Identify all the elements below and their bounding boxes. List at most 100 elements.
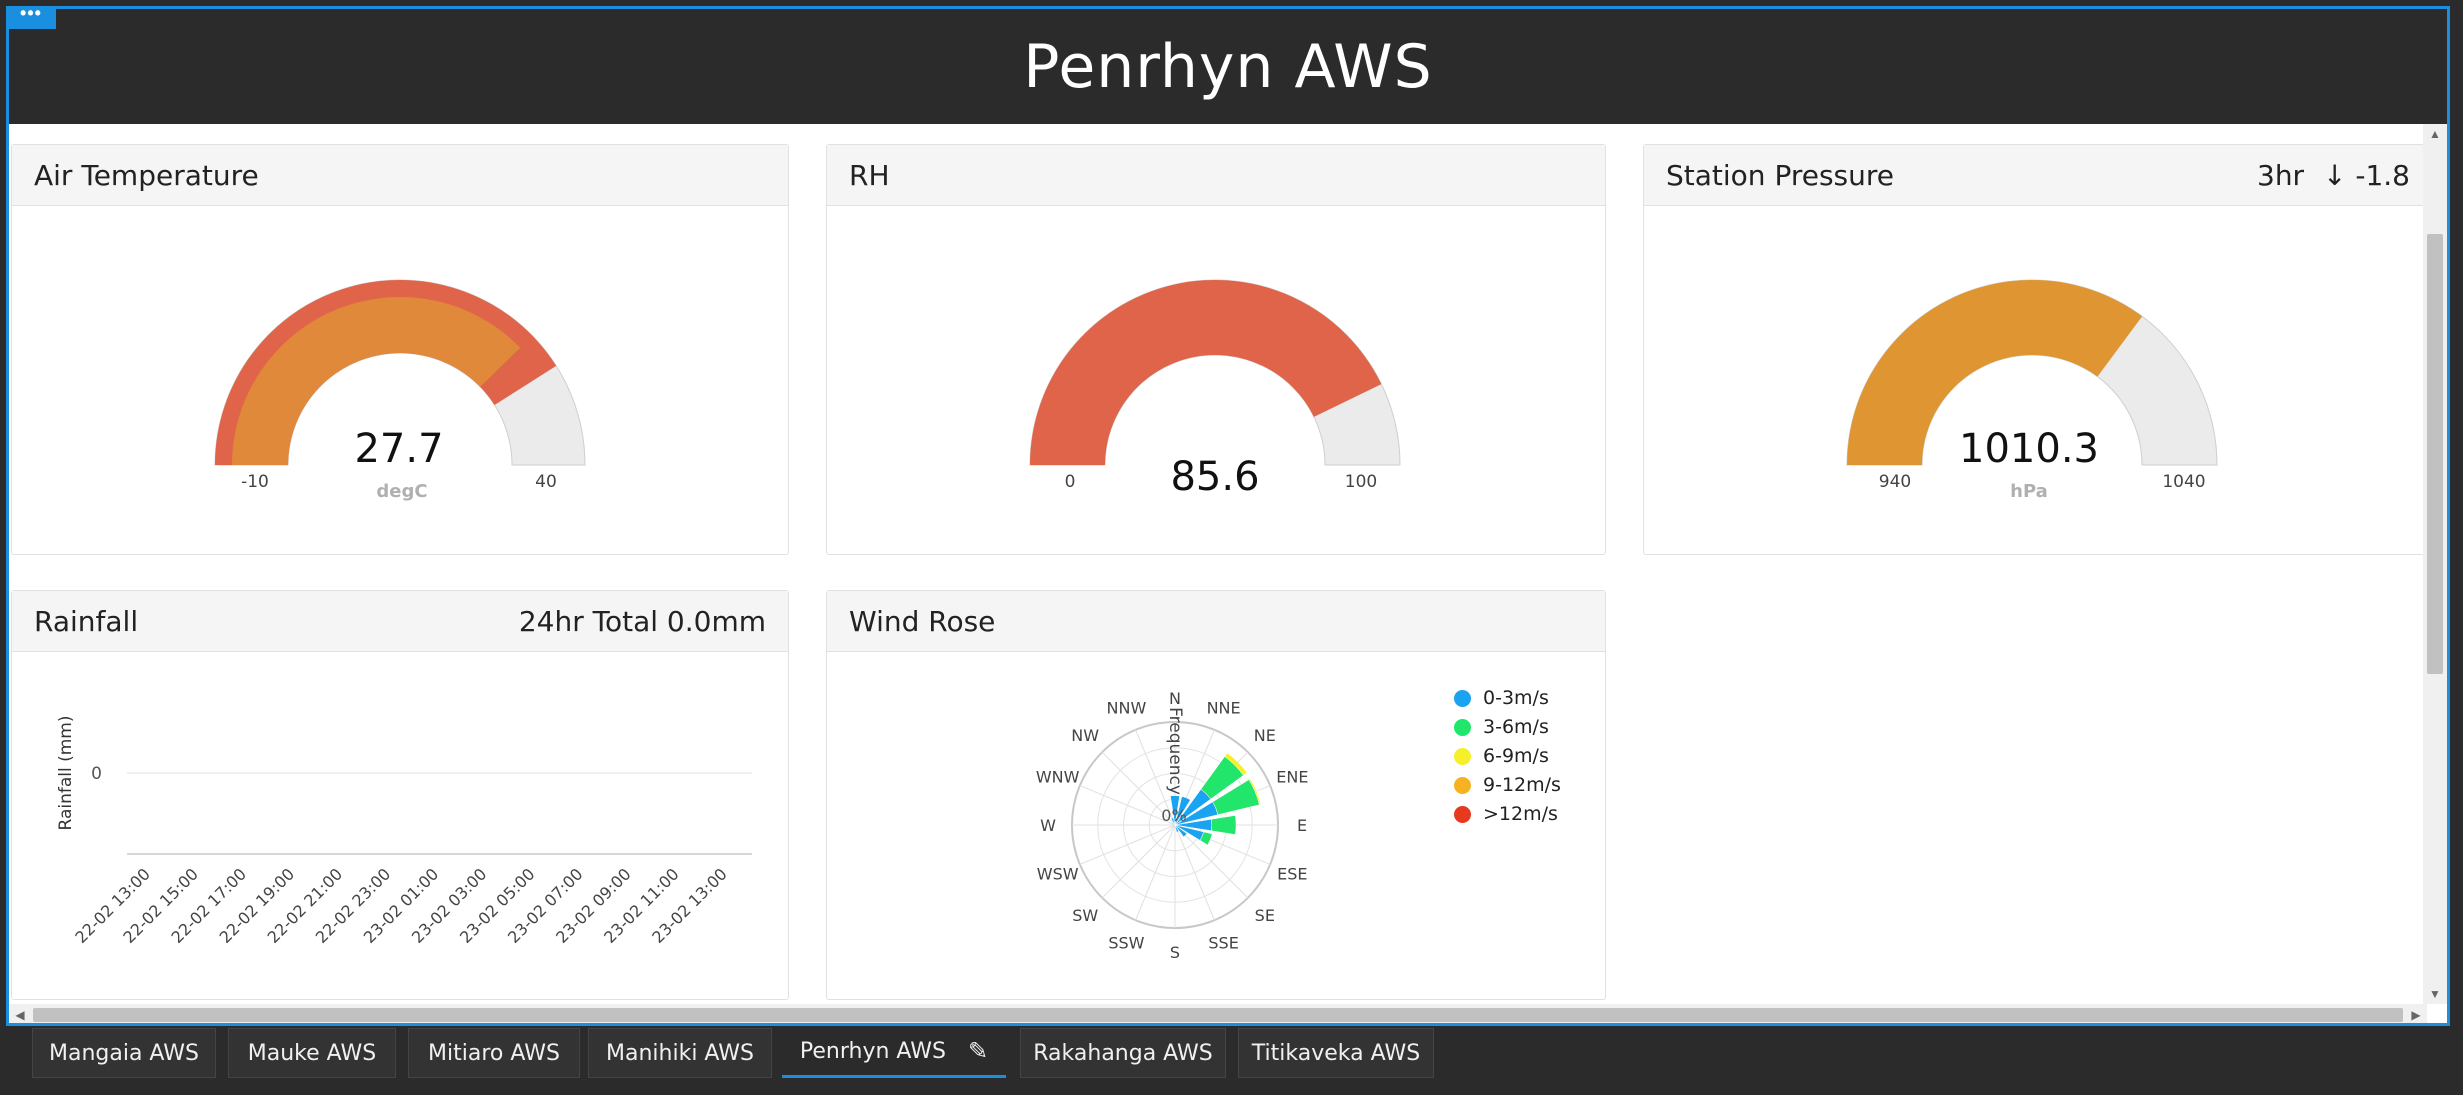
pressure-trend: 3hr ↓ -1.8 [2257,159,2410,192]
horizontal-scrollbar[interactable]: ◀ ▶ [9,1004,2427,1023]
direction-label: WNW [1036,767,1080,786]
card-header: Rainfall 24hr Total 0.0mm [12,591,788,652]
scroll-up-icon[interactable]: ▲ [2423,124,2447,144]
card-title: RH [849,158,890,192]
direction-label: SW [1072,906,1098,925]
card-body: N NNE NE ENE E ESE SE SSE S SSW SW WSW W WNW NW NNW 0% … [827,653,1605,999]
card-body: 1010.3 hPa 940 1040 [1644,207,2432,554]
tab-titikaveka-aws[interactable]: Titikaveka AWS [1238,1028,1434,1078]
tab-rakahanga-aws[interactable]: Rakahanga AWS [1020,1028,1226,1078]
tab-label: Penrhyn AWS [799,1039,946,1064]
station-pressure-gauge: 1010.3 hPa 940 1040 [1846,279,2218,502]
card-body: 85.6 0 100 [827,207,1605,554]
scroll-left-icon[interactable]: ◀ [9,1004,31,1023]
legend-item[interactable]: 3-6m/s [1454,716,1549,738]
direction-label: ENE [1276,767,1308,786]
direction-label: E [1297,816,1307,835]
station-pressure-card: Station Pressure 3hr ↓ -1.8 1010.3 hPa 9… [1643,144,2433,555]
y-tick-label: 0 [91,764,102,784]
direction-label: NNE [1207,699,1241,718]
rainfall-total: 24hr Total 0.0mm [518,604,766,638]
app-window: Penrhyn AWS Air Temperature 27.7 degC -1… [0,0,2463,1095]
gauge-value: 27.7 [354,426,443,472]
tab-manihiki-aws[interactable]: Manihiki AWS [588,1028,772,1078]
direction-label: SSE [1208,933,1238,952]
direction-label: W [1040,816,1056,835]
legend-item[interactable]: 6-9m/s [1454,745,1549,767]
tab-label: Mangaia AWS [48,1040,199,1066]
gauge-unit: hPa [2010,481,2048,502]
dashboard-content: Air Temperature 27.7 degC -10 40 RH 85.6… [9,124,2433,1004]
x-tick-labels: 22-02 13:0022-02 15:0022-02 17:0022-02 1… [71,864,730,947]
legend-label: 6-9m/s [1483,745,1549,767]
card-header: Station Pressure 3hr ↓ -1.8 [1644,145,2432,206]
trend-arrow-icon: ↓ [2322,158,2347,192]
tab-label: Rakahanga AWS [1033,1040,1213,1066]
trend-period: 3hr [2257,158,2305,192]
card-title: Wind Rose [849,604,996,638]
rainfall-chart: Rainfall (mm) 0 22-02 13:0022-02 15:0022… [56,716,752,947]
legend-item[interactable]: 0-3m/s [1454,687,1549,709]
legend-label: 0-3m/s [1483,687,1549,709]
page-header: Penrhyn AWS [9,9,2447,124]
tab-mangaia-aws[interactable]: Mangaia AWS [32,1028,216,1078]
gauge-min-label: 0 [1065,472,1076,492]
y-axis-label: Rainfall (mm) [56,716,76,831]
trend-value: -1.8 [2355,158,2410,192]
legend-swatch [1454,776,1471,794]
scroll-right-icon[interactable]: ▶ [2405,1004,2427,1023]
tab-mauke-aws[interactable]: Mauke AWS [228,1028,396,1078]
gauge-value: 1010.3 [1959,426,2099,472]
tab-penrhyn-aws[interactable]: Penrhyn AWS ✎ [782,1028,1006,1078]
scroll-down-icon[interactable]: ▼ [2423,984,2447,1004]
card-body: 27.7 degC -10 40 [12,207,788,554]
legend-swatch [1454,747,1471,765]
rainfall-card: Rainfall 24hr Total 0.0mm Rainfall (mm) … [11,590,789,1000]
wind-rose-card: Wind Rose N NNE NE ENE E ESE SE SSE S SSW SW WSW W WN… [826,590,1606,1000]
legend-item[interactable]: >12m/s [1454,803,1558,825]
legend-swatch [1454,689,1471,707]
tab-label: Mitiaro AWS [428,1040,560,1066]
direction-label: SE [1255,906,1275,925]
direction-label: NNW [1107,699,1147,718]
gauge-max-label: 1040 [2162,472,2205,492]
rose-axis-label: Frequency [1165,707,1185,795]
direction-label: N [1169,689,1181,708]
gauge-max-label: 40 [535,472,557,492]
card-header: RH [827,145,1605,206]
legend-item[interactable]: 9-12m/s [1454,774,1561,796]
gauge-max-label: 100 [1345,472,1377,492]
card-title: Rainfall [34,604,139,638]
vertical-scroll-thumb[interactable] [2427,234,2443,674]
direction-label: WSW [1037,865,1079,884]
tab-label: Manihiki AWS [606,1040,754,1066]
card-body: Rainfall (mm) 0 22-02 13:00 22-02 15:00 22… [12,653,788,999]
legend-swatch [1454,718,1471,736]
rose-bar-segment [1211,815,1237,835]
card-title: Station Pressure [1666,158,1895,192]
pencil-icon[interactable]: ✎ [968,1037,988,1066]
rh-gauge: 85.6 0 100 [1029,279,1401,500]
gauge-unit: degC [376,481,427,502]
air-temperature-card: Air Temperature 27.7 degC -10 40 [11,144,789,555]
direction-label: NW [1071,726,1099,745]
tab-mitiaro-aws[interactable]: Mitiaro AWS [408,1028,580,1078]
rose-spoke [1101,824,1176,899]
card-header: Air Temperature [12,145,788,206]
legend-swatch [1454,805,1471,823]
direction-label: SSW [1108,933,1144,952]
sheet-tab-bar: Mangaia AWS Mauke AWS Mitiaro AWS Manihi… [0,1026,2463,1095]
direction-label: S [1170,943,1180,962]
rh-card: RH 85.6 0 100 [826,144,1606,555]
vertical-scrollbar[interactable]: ▲ ▼ [2423,124,2447,1004]
air-temperature-gauge: 27.7 degC -10 40 [214,279,586,502]
legend-label: 3-6m/s [1483,716,1549,738]
radial-tick-label: 0% [1161,806,1186,825]
tab-label: Mauke AWS [247,1040,377,1066]
card-title: Air Temperature [34,158,259,192]
horizontal-scroll-thumb[interactable] [33,1008,2403,1022]
legend-label: >12m/s [1483,803,1558,825]
more-menu-icon[interactable]: ••• [6,4,56,29]
legend-label: 9-12m/s [1483,774,1561,796]
gauge-value: 85.6 [1170,454,1259,500]
